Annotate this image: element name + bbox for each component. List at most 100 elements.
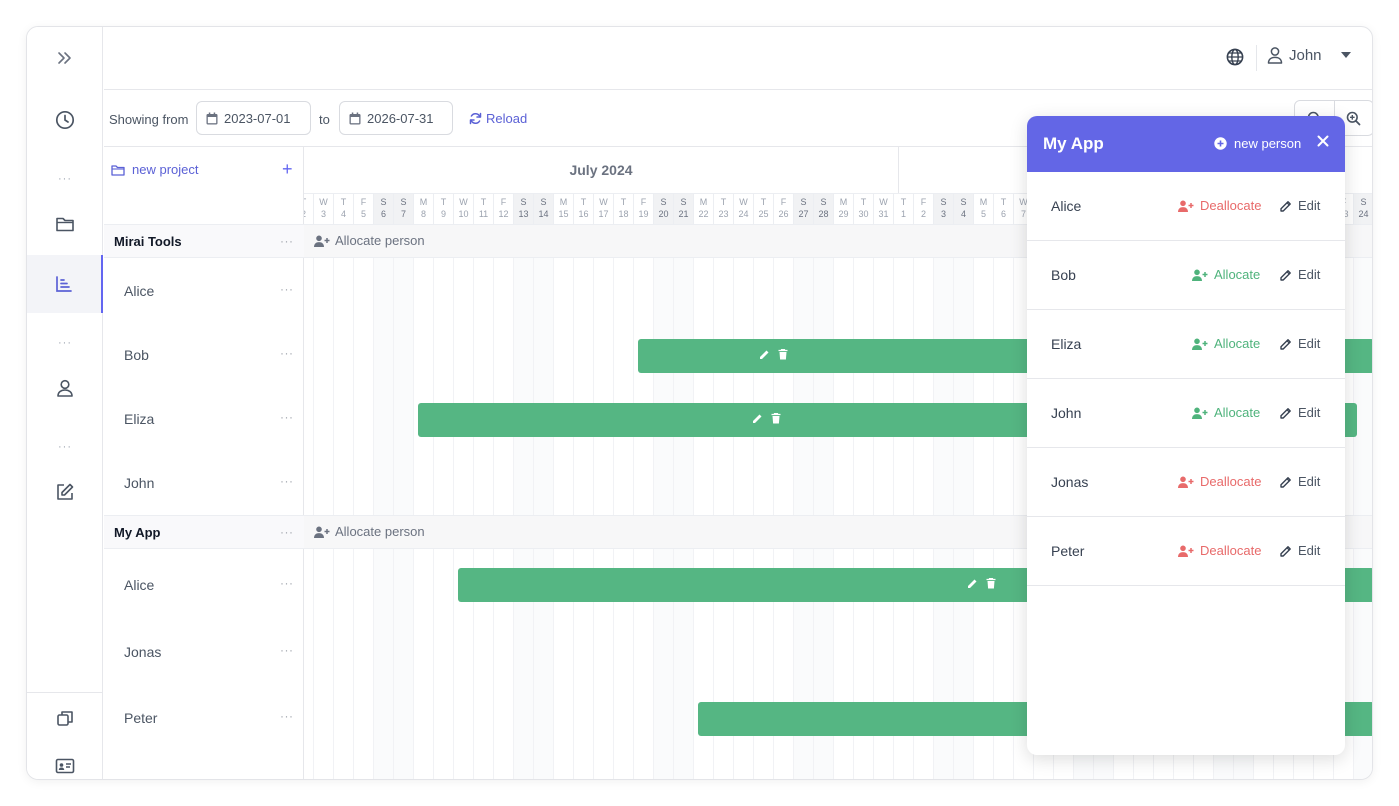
panel-person-row: Bob Allocate Edit <box>1027 241 1345 310</box>
grid-column <box>934 224 954 779</box>
person-more-button[interactable]: ··· <box>280 576 294 590</box>
panel-action-label: Allocate <box>1214 267 1261 282</box>
deallocate-button[interactable]: Deallocate <box>1178 543 1261 558</box>
pencil-icon[interactable] <box>967 578 978 589</box>
allocate-button[interactable]: Allocate <box>1192 336 1260 351</box>
globe-icon <box>1226 48 1244 66</box>
edit-person-button[interactable]: Edit <box>1280 198 1320 213</box>
edit-person-button[interactable]: Edit <box>1280 267 1320 282</box>
day-letter: T <box>1000 197 1007 207</box>
pencil-icon <box>1280 407 1291 419</box>
language-button[interactable] <box>1226 48 1244 66</box>
project-more-button[interactable]: ··· <box>280 234 294 248</box>
grid-column <box>374 224 394 779</box>
grid-column <box>314 224 334 779</box>
new-project-button[interactable]: new project <box>111 162 198 177</box>
folder-icon <box>111 164 125 176</box>
pencil-icon[interactable] <box>759 349 770 360</box>
grid-column <box>454 224 474 779</box>
day-number: 12 <box>498 209 509 219</box>
edit-person-button[interactable]: Edit <box>1280 474 1320 489</box>
sidebar-item-planning[interactable] <box>27 255 103 313</box>
close-icon <box>1317 135 1329 147</box>
person-more-button[interactable]: ··· <box>280 282 294 296</box>
day-cell: S 20 <box>654 193 674 224</box>
panel-action-label: Deallocate <box>1200 474 1262 489</box>
person-more-button[interactable]: ··· <box>280 346 294 360</box>
day-letter: T <box>480 197 487 207</box>
from-date-input[interactable]: 2023-07-01 <box>196 101 311 135</box>
project-row[interactable]: Mirai Tools ··· <box>104 224 304 258</box>
day-letter: F <box>640 197 647 207</box>
sidebar: ··· ··· ··· <box>27 27 103 779</box>
allocate-person-label: Allocate person <box>335 524 425 539</box>
day-number: 26 <box>778 209 789 219</box>
day-cell: M 29 <box>834 193 854 224</box>
day-letter: T <box>900 197 907 207</box>
day-number: 1 <box>900 209 906 219</box>
day-number: 24 <box>1358 209 1369 219</box>
sidebar-item-reports[interactable] <box>27 463 103 521</box>
user-menu-button[interactable]: John <box>1267 46 1352 64</box>
new-person-button[interactable]: new person <box>1214 136 1301 151</box>
deallocate-button[interactable]: Deallocate <box>1178 474 1261 489</box>
trash-icon[interactable] <box>778 349 788 360</box>
grid-column <box>974 224 994 779</box>
project-more-button[interactable]: ··· <box>280 525 294 539</box>
close-panel-button[interactable] <box>1317 135 1329 147</box>
pencil-icon[interactable] <box>752 413 763 424</box>
day-number: 3 <box>320 209 326 219</box>
allocate-person-button[interactable]: Allocate person <box>314 233 425 248</box>
to-date-input[interactable]: 2026-07-31 <box>339 101 453 135</box>
windows-icon <box>57 711 73 726</box>
day-number: 10 <box>458 209 469 219</box>
day-cell: T 25 <box>754 193 774 224</box>
grid-column <box>634 224 654 779</box>
day-letter: S <box>680 197 687 207</box>
person-more-button[interactable]: ··· <box>280 474 294 488</box>
edit-label: Edit <box>1298 336 1321 351</box>
edit-person-button[interactable]: Edit <box>1280 336 1320 351</box>
allocate-button[interactable]: Allocate <box>1192 405 1260 420</box>
grid-column <box>794 224 814 779</box>
project-name: My App <box>114 524 161 540</box>
edit-person-button[interactable]: Edit <box>1280 405 1320 420</box>
edit-label: Edit <box>1298 543 1321 558</box>
day-cell: S 24 <box>1354 193 1372 224</box>
sidebar-item-profile-card[interactable] <box>27 737 103 779</box>
person-name: Alice <box>124 283 155 299</box>
reload-button[interactable]: Reload <box>469 111 527 126</box>
trash-icon[interactable] <box>986 578 996 589</box>
person-more-button[interactable]: ··· <box>280 643 294 657</box>
day-number: 4 <box>960 209 966 219</box>
day-cell: S6 <box>374 193 394 224</box>
deallocate-button[interactable]: Deallocate <box>1178 198 1261 213</box>
allocate-person-button[interactable]: Allocate person <box>314 524 425 539</box>
project-row[interactable]: My App ··· <box>104 515 304 549</box>
pencil-icon <box>1280 200 1291 212</box>
sidebar-item-projects[interactable] <box>27 195 103 253</box>
chart-icon <box>56 276 72 292</box>
panel-action-label: Deallocate <box>1200 543 1262 558</box>
expand-sidebar-button[interactable] <box>27 29 103 87</box>
sidebar-item-people[interactable] <box>27 359 103 417</box>
grid-column <box>594 224 614 779</box>
day-letter: S <box>520 197 527 207</box>
allocate-button[interactable]: Allocate <box>1192 267 1260 282</box>
day-cell: W 10 <box>454 193 474 224</box>
person-more-button[interactable]: ··· <box>280 709 294 723</box>
add-project-button[interactable]: + <box>282 159 293 180</box>
grid-column <box>774 224 794 779</box>
pencil-icon <box>1280 476 1291 488</box>
project-people-panel: My App new person Alice Deallocate Edit Bob… <box>1027 116 1345 755</box>
day-cell: S 21 <box>674 193 694 224</box>
person-name: Peter <box>124 710 158 726</box>
person-more-button[interactable]: ··· <box>280 410 294 424</box>
id-card-icon <box>55 758 75 774</box>
edit-person-button[interactable]: Edit <box>1280 543 1320 558</box>
sidebar-item-timesheet[interactable] <box>27 91 103 149</box>
trash-icon[interactable] <box>771 413 781 424</box>
edit-label: Edit <box>1298 267 1321 282</box>
user-plus-icon <box>314 235 330 247</box>
caret-down-icon <box>1340 52 1351 58</box>
